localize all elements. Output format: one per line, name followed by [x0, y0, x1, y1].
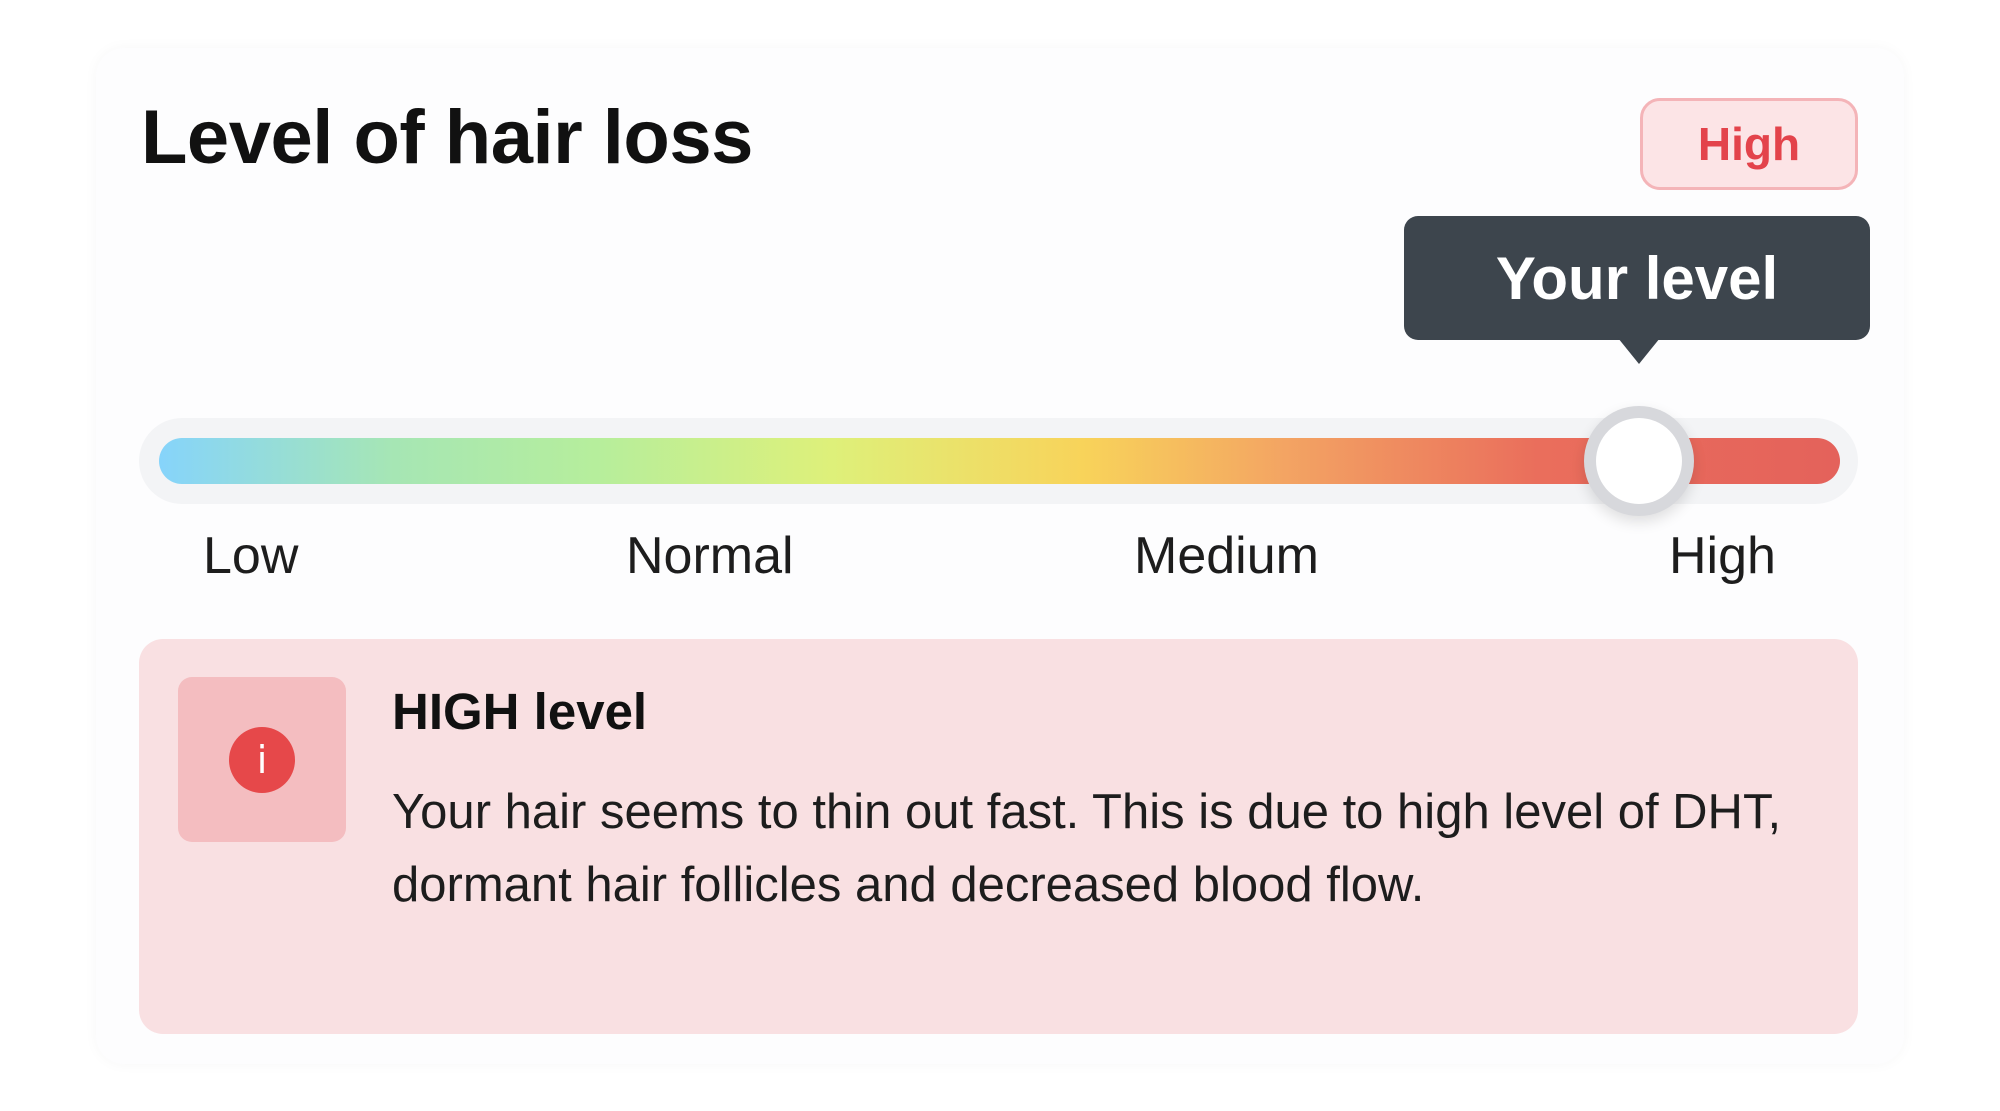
slider-thumb[interactable] [1584, 406, 1694, 516]
tooltip-arrow [1618, 338, 1660, 364]
scale-label-high: High [1669, 527, 1776, 585]
level-badge: High [1640, 98, 1858, 190]
info-description: Your hair seems to thin out fast. This i… [392, 785, 1782, 912]
scale-label-low: Low [203, 527, 299, 585]
info-title: HIGH level [392, 683, 648, 740]
scale-label-medium: Medium [1134, 527, 1319, 585]
info-icon: i [229, 727, 295, 793]
your-level-tooltip: Your level [1404, 216, 1870, 340]
card-title: Level of hair loss [141, 95, 753, 180]
scale-label-normal: Normal [626, 527, 794, 585]
